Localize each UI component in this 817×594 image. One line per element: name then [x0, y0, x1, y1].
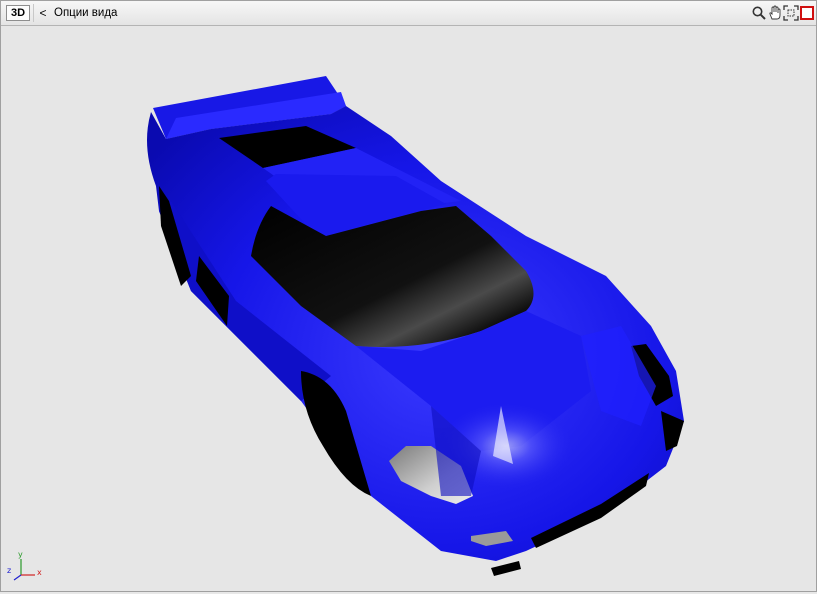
back-arrow-icon[interactable]: < [38, 5, 48, 21]
axis-x-label: x [37, 568, 42, 577]
axis-z-label: z [7, 566, 12, 575]
viewer-window: 3D < Опции вида y x z [0, 0, 817, 592]
view-options-link[interactable]: Опции вида [54, 5, 117, 21]
lower-vent [491, 561, 521, 576]
zoom-icon[interactable] [751, 5, 767, 21]
fit-view-icon[interactable] [783, 5, 799, 21]
3d-mode-button[interactable]: 3D [6, 5, 30, 21]
toolbar-separator [33, 4, 34, 22]
pan-hand-icon[interactable] [767, 5, 783, 21]
3d-viewport[interactable]: y x z [1, 26, 816, 591]
stop-icon[interactable] [799, 5, 815, 21]
axis-gizmo: y x z [7, 550, 47, 585]
axis-y-label: y [18, 550, 23, 559]
viewer-toolbar: 3D < Опции вида [1, 1, 816, 26]
car-model-render [147, 76, 684, 576]
